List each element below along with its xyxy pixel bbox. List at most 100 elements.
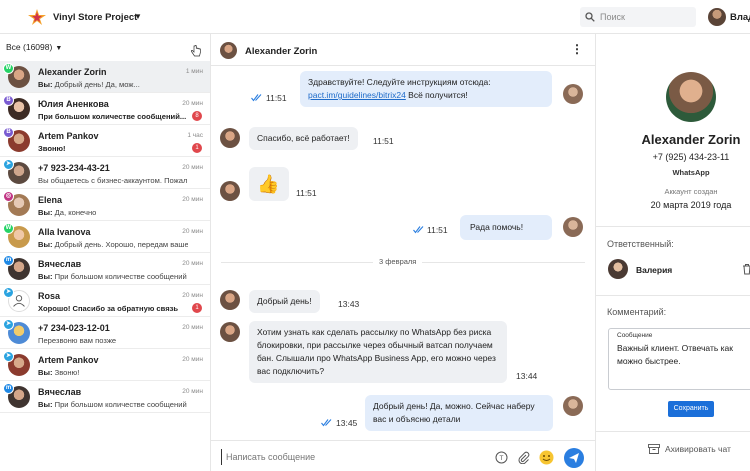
contact-avatar[interactable]	[220, 42, 237, 59]
chat-list-item[interactable]: ➤ +7 234-023-12-01 Перезвоню вам позже 20 м…	[0, 317, 210, 349]
chat-preview: Звоню!	[38, 144, 66, 153]
archive-chat-label: Ахивировать чат	[665, 444, 731, 454]
comment-field[interactable]: Сообщение Важный клиент. Отвечать как мо…	[608, 328, 750, 390]
send-icon	[569, 453, 579, 463]
more-options-icon[interactable]: ⋮	[571, 43, 583, 55]
chat-list-item[interactable]: m Вячеслав Вы: При большом количестве сооб…	[0, 253, 210, 285]
chat-preview: Вы: При большом количестве сообщений ...	[38, 400, 188, 409]
chat-name: Alexander Zorin	[38, 67, 107, 77]
save-comment-button[interactable]: Сохранить	[668, 401, 714, 417]
chat-filter-dropdown[interactable]: Все (16098) ▼	[6, 42, 62, 52]
search-box[interactable]	[580, 7, 696, 27]
trash-icon[interactable]	[742, 263, 750, 275]
conversation-panel: Alexander Zorin ⋮ Здравствуйте! Следуйте…	[211, 34, 595, 471]
profile-phone[interactable]: +7 (925) 434-23-11	[596, 152, 750, 162]
message-input[interactable]	[221, 449, 481, 465]
chat-time: 20 мин	[182, 292, 203, 299]
chat-name: Rosa	[38, 291, 61, 301]
project-title[interactable]: Vinyl Store Project	[53, 12, 137, 23]
chat-name: Elena	[38, 195, 63, 205]
preview-sender: Вы:	[38, 80, 53, 89]
message-outgoing: Добрый день! Да, можно. Сейчас наберу ва…	[365, 395, 553, 431]
profile-created-date: 20 марта 2019 года	[650, 200, 732, 210]
conversation-title[interactable]: Alexander Zorin	[245, 46, 317, 57]
message-time: 11:51	[296, 188, 317, 198]
chat-preview: Хорошо! Спасибо за обратную связь	[38, 304, 179, 313]
chat-list-item[interactable]: W Alexander Zorin Вы: Добрый день! Да, мож…	[0, 61, 210, 93]
chat-list-item[interactable]: B Юлия Аненкова При большом количестве соо…	[0, 93, 210, 125]
user-name[interactable]: Влада	[730, 12, 750, 23]
read-check-icon	[251, 94, 262, 102]
chat-list-item[interactable]: ➤ Artem Pankov Вы: Звоню! 20 мин	[0, 349, 210, 381]
chat-preview: Вы: Звоню!	[38, 368, 80, 377]
chat-time: 20 мин	[182, 260, 203, 267]
unread-count-badge: 1	[192, 143, 202, 153]
message-time: 13:45	[336, 418, 358, 428]
chat-filter-label: Все (16098)	[6, 42, 53, 52]
message-composer: T	[211, 440, 595, 471]
viber-icon: B	[3, 95, 14, 106]
divider	[596, 295, 750, 296]
contact-avatar	[220, 128, 240, 148]
message-outgoing: Здравствуйте! Следуйте инструкциям отсюд…	[300, 71, 552, 107]
message-time: 13:43	[338, 299, 360, 309]
contact-profile-panel: Alexander Zorin +7 (925) 434-23-11 Whats…	[595, 34, 750, 471]
archive-chat-button[interactable]: Ахивировать чат	[648, 443, 750, 457]
chat-list-item[interactable]: ➤ Rosa Хорошо! Спасибо за обратную связь 20…	[0, 285, 210, 317]
chat-name: Вячеслав	[38, 387, 82, 397]
chat-name: +7 234-023-12-01	[38, 323, 110, 333]
message-time: 11:51	[373, 136, 394, 146]
chat-list-panel: Все (16098) ▼ W Alexander Zorin Вы: Добрый …	[0, 34, 211, 471]
chat-time: 1 мин	[185, 68, 203, 75]
thumbs-up-emoji: 👍	[257, 174, 280, 194]
chat-name: +7 923-234-43-21	[38, 163, 110, 173]
date-divider: 3 февраля	[373, 257, 423, 266]
template-icon[interactable]: T	[495, 451, 508, 464]
agent-avatar	[563, 84, 583, 104]
profile-created-label: Аккаунт создан	[664, 187, 718, 196]
chat-time: 1 час	[187, 132, 203, 139]
message-text: Добрый день!	[257, 296, 312, 306]
search-icon	[585, 12, 595, 22]
chat-list-item[interactable]: W Alla Ivanova Вы: Добрый день. Хорошо, пе…	[0, 221, 210, 253]
preview-sender: Вы:	[38, 240, 53, 249]
chat-list-item[interactable]: B Artem Pankov Звоню! 1 час 1	[0, 125, 210, 157]
preview-sender: Вы:	[38, 208, 53, 217]
emoji-icon[interactable]	[539, 450, 554, 465]
chat-list-item[interactable]: ➤ +7 923-234-43-21 Вы общаетесь с бизнес-а…	[0, 157, 210, 189]
responsible-name[interactable]: Валерия	[636, 265, 672, 275]
chevron-down-icon: ▼	[55, 45, 63, 52]
responsible-label: Ответственный:	[607, 239, 674, 249]
message-time: 11:51	[266, 93, 287, 103]
comment-text[interactable]: Важный клиент. Отвечать как можно быстре…	[617, 342, 750, 368]
agent-avatar	[563, 396, 583, 416]
user-avatar[interactable]	[708, 8, 726, 26]
unread-count-badge: 8	[192, 111, 202, 121]
whatsapp-icon: W	[3, 223, 14, 234]
chat-name: Alla Ivanova	[38, 227, 91, 237]
message-incoming: 👍	[249, 167, 289, 201]
search-input[interactable]	[600, 10, 692, 24]
agent-avatar	[563, 217, 583, 237]
preview-sender: Вы:	[38, 368, 53, 377]
chat-time: 20 мин	[182, 324, 203, 331]
profile-name: Alexander Zorin	[641, 132, 741, 147]
contact-avatar	[220, 290, 240, 310]
messenger-icon: m	[3, 255, 14, 266]
message-link[interactable]: pact.im/guidelines/bitrix24	[308, 90, 406, 100]
divider	[596, 226, 750, 227]
conversation-header: Alexander Zorin ⋮	[211, 34, 595, 66]
message-outgoing: Рада помочь!	[460, 215, 552, 240]
chevron-down-icon[interactable]: ▼	[134, 12, 142, 21]
messenger-icon: m	[3, 383, 14, 394]
read-check-icon	[413, 226, 424, 234]
top-bar: Vinyl Store Project ▼ Влада	[0, 0, 750, 34]
send-button[interactable]	[564, 448, 584, 468]
telegram-icon: ➤	[3, 319, 14, 330]
message-incoming: Хотим узнать как сделать рассылку по Wha…	[249, 321, 507, 383]
contact-avatar	[220, 181, 240, 201]
chat-list-item[interactable]: ◎ Elena Вы: Да, конечно 20 мин	[0, 189, 210, 221]
attach-icon[interactable]	[517, 451, 530, 464]
divider	[596, 431, 750, 432]
chat-list-item[interactable]: m Вячеслав Вы: При большом количестве сооб…	[0, 381, 210, 413]
